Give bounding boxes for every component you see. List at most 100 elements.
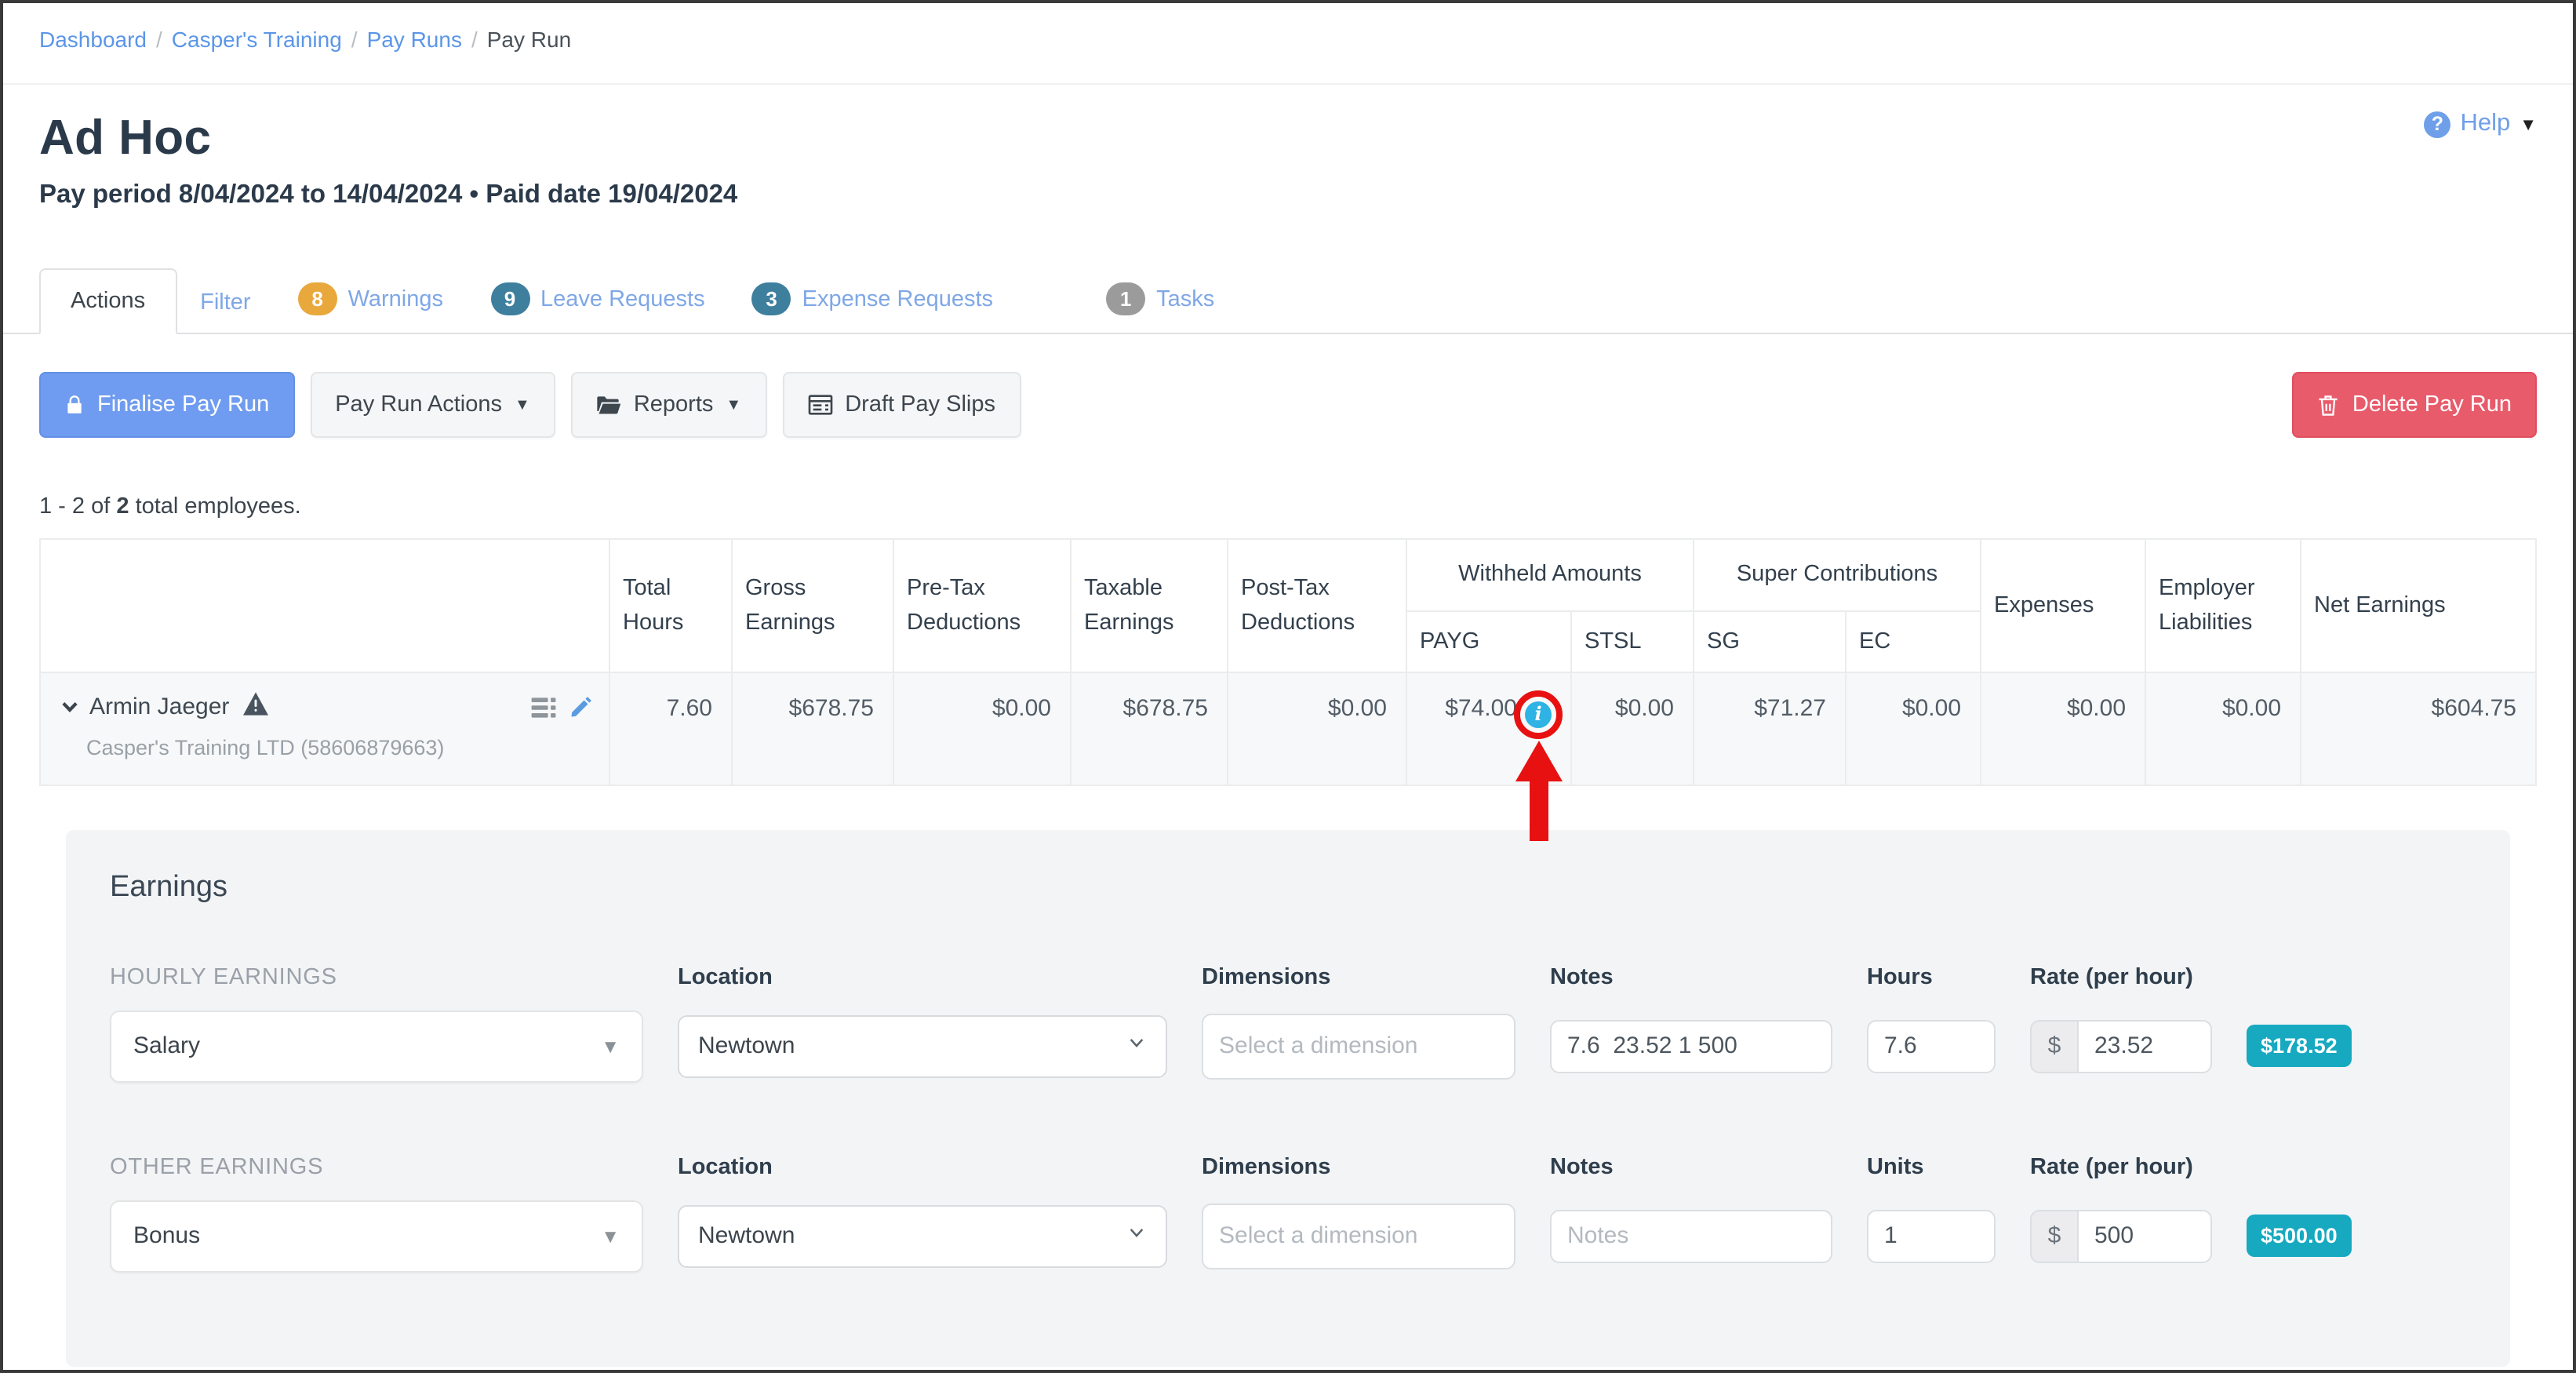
chevron-down-icon[interactable] xyxy=(60,697,80,718)
toolbar: Finalise Pay Run Pay Run Actions ▼ Repor… xyxy=(39,372,2537,438)
employee-row: Armin Jaeger Casper's Training LTD (5860… xyxy=(40,673,2536,785)
column-header-employer-liabilities: Employer Liabilities xyxy=(2145,539,2301,673)
trash-icon xyxy=(2318,393,2340,417)
other-location-select[interactable]: Newtown xyxy=(678,1205,1167,1268)
tab-filter[interactable]: Filter xyxy=(176,271,274,334)
help-link[interactable]: ? Help ▼ xyxy=(2424,110,2537,138)
edit-pencil-icon[interactable] xyxy=(569,696,593,719)
earnings-panel-title: Earnings xyxy=(110,871,2466,905)
other-units-input[interactable] xyxy=(1867,1210,1996,1263)
hourly-earnings-type-select[interactable]: Salary ▼ xyxy=(110,1011,643,1083)
cell-total-hours: 7.60 xyxy=(609,673,732,785)
employee-name[interactable]: Armin Jaeger xyxy=(89,694,229,721)
currency-prefix: $ xyxy=(2030,1210,2077,1263)
column-header-gross-earnings: Gross Earnings xyxy=(732,539,893,673)
cell-stsl: $0.00 xyxy=(1571,673,1694,785)
cell-employer-liabilities: $0.00 xyxy=(2145,673,2301,785)
selected-value: Newtown xyxy=(698,1223,795,1250)
employee-cell: Armin Jaeger Casper's Training LTD (5860… xyxy=(40,673,609,785)
button-label: Pay Run Actions xyxy=(335,392,502,417)
column-header-post-tax-deductions: Post-Tax Deductions xyxy=(1228,539,1406,673)
other-total-badge: $500.00 xyxy=(2247,1215,2352,1258)
column-header-stsl: STSL xyxy=(1571,611,1694,673)
pay-run-page: Dashboard/Casper's Training/Pay Runs/Pay… xyxy=(0,0,2576,1373)
column-header-payg: PAYG xyxy=(1406,611,1571,673)
breadcrumb-link-pay-runs[interactable]: Pay Runs xyxy=(367,27,462,52)
breadcrumb: Dashboard/Casper's Training/Pay Runs/Pay… xyxy=(3,3,2573,85)
hourly-notes-input[interactable] xyxy=(1550,1020,1832,1073)
delete-pay-run-button[interactable]: Delete Pay Run xyxy=(2293,372,2537,438)
button-label: Finalise Pay Run xyxy=(97,392,269,417)
notes-label: Notes xyxy=(1550,965,1832,990)
caret-down-icon: ▼ xyxy=(515,397,530,414)
dropdown-triangle-icon: ▼ xyxy=(601,1036,620,1058)
column-header-ec: EC xyxy=(1846,611,1981,673)
caret-down-icon: ▼ xyxy=(726,397,741,414)
breadcrumb-separator: / xyxy=(351,27,358,52)
hourly-hours-input[interactable] xyxy=(1867,1020,1996,1073)
column-header-pre-tax-deductions: Pre-Tax Deductions xyxy=(893,539,1071,673)
finalise-pay-run-button[interactable]: Finalise Pay Run xyxy=(39,372,294,438)
pay-run-notes-icon[interactable] xyxy=(530,697,557,719)
breadcrumb-link-dashboard[interactable]: Dashboard xyxy=(39,27,147,52)
cell-post-tax-deductions: $0.00 xyxy=(1228,673,1406,785)
group-header-withheld-amounts: Withheld Amounts xyxy=(1406,539,1694,611)
pay-run-actions-button[interactable]: Pay Run Actions ▼ xyxy=(310,372,555,438)
button-label: Reports xyxy=(634,392,714,417)
hourly-rate-input[interactable] xyxy=(2077,1020,2212,1073)
cell-gross-earnings: $678.75 xyxy=(732,673,893,785)
button-label: Draft Pay Slips xyxy=(845,392,995,417)
notes-label: Notes xyxy=(1550,1155,1832,1180)
currency-prefix: $ xyxy=(2030,1020,2077,1073)
tab-actions[interactable]: Actions xyxy=(39,268,176,334)
column-header-net-earnings: Net Earnings xyxy=(2301,539,2536,673)
warnings-count-badge: 8 xyxy=(298,282,337,315)
expense-requests-count-badge: 3 xyxy=(752,282,791,315)
employee-company: Casper's Training LTD (58606879663) xyxy=(60,737,593,760)
reports-button[interactable]: Reports ▼ xyxy=(571,372,766,438)
help-label: Help xyxy=(2460,110,2510,138)
rate-label: Rate (per hour) xyxy=(2030,965,2407,990)
caret-down-icon: ▼ xyxy=(2520,116,2537,135)
rate-label: Rate (per hour) xyxy=(2030,1155,2407,1180)
cell-payg: $74.00 i xyxy=(1406,673,1571,785)
page-title: Ad Hoc xyxy=(39,110,2537,166)
other-notes-input[interactable] xyxy=(1550,1210,1832,1263)
other-earnings-type-select[interactable]: Bonus ▼ xyxy=(110,1200,643,1273)
chevron-down-icon xyxy=(1126,1223,1147,1250)
tab-label: Tasks xyxy=(1156,286,1214,311)
dimensions-label: Dimensions xyxy=(1202,965,1515,990)
other-dimensions-input[interactable] xyxy=(1202,1204,1515,1269)
earnings-panel: Earnings HOURLY EARNINGS Location Dimens… xyxy=(66,830,2510,1367)
tab-label: Warnings xyxy=(348,286,443,311)
column-header-total-hours: Total Hours xyxy=(609,539,732,673)
pay-period-subtitle: Pay period 8/04/2024 to 14/04/2024 • Pai… xyxy=(39,180,2537,210)
hourly-dimensions-input[interactable] xyxy=(1202,1014,1515,1080)
tab-leave-requests[interactable]: 9 Leave Requests xyxy=(467,264,729,334)
tab-label: Filter xyxy=(200,290,250,315)
draft-pay-slips-button[interactable]: Draft Pay Slips xyxy=(782,372,1021,438)
column-header-taxable-earnings: Taxable Earnings xyxy=(1071,539,1228,673)
tasks-count-badge: 1 xyxy=(1106,282,1145,315)
pay-run-table: Total Hours Gross Earnings Pre-Tax Deduc… xyxy=(39,538,2537,786)
other-rate-input[interactable] xyxy=(2077,1210,2212,1263)
lock-icon xyxy=(64,394,85,416)
cell-expenses: $0.00 xyxy=(1981,673,2145,785)
page-header: Ad Hoc Pay period 8/04/2024 to 14/04/202… xyxy=(3,85,2573,210)
breadcrumb-link-business[interactable]: Casper's Training xyxy=(172,27,342,52)
group-header-super-contributions: Super Contributions xyxy=(1694,539,1981,611)
hourly-location-select[interactable]: Newtown xyxy=(678,1015,1167,1078)
tab-warnings[interactable]: 8 Warnings xyxy=(275,264,467,334)
chevron-down-icon xyxy=(1126,1033,1147,1060)
tab-label: Leave Requests xyxy=(540,286,705,311)
summary-range: 1 - 2 of xyxy=(39,494,110,519)
hourly-earnings-section-label: HOURLY EARNINGS xyxy=(110,965,643,990)
selected-value: Bonus xyxy=(133,1223,200,1250)
cell-sg: $71.27 xyxy=(1694,673,1846,785)
tab-tasks[interactable]: 1 Tasks xyxy=(1082,264,1238,334)
tab-expense-requests[interactable]: 3 Expense Requests xyxy=(729,264,1017,334)
help-icon: ? xyxy=(2424,111,2450,137)
location-label: Location xyxy=(678,1155,1167,1180)
cell-taxable-earnings: $678.75 xyxy=(1071,673,1228,785)
hours-label: Hours xyxy=(1867,965,1996,990)
